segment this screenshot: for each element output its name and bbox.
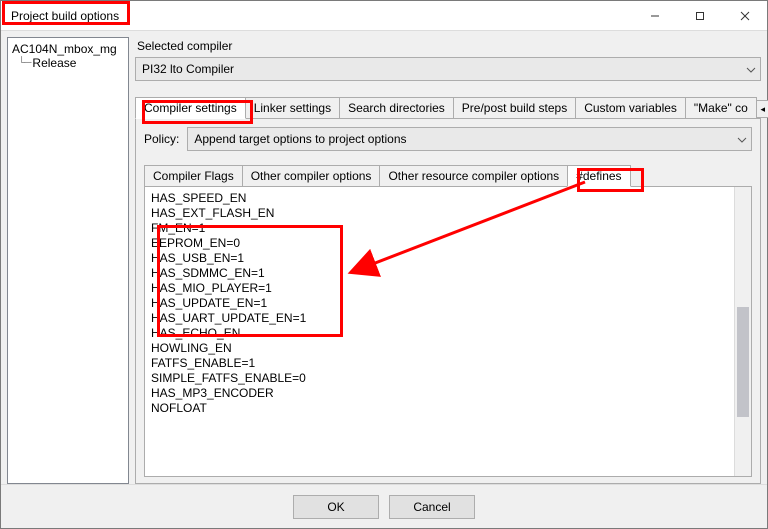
- scrollbar-thumb[interactable]: [737, 307, 749, 417]
- minimize-button[interactable]: [632, 1, 677, 31]
- sub-tabs: Compiler Flags Other compiler options Ot…: [144, 163, 752, 187]
- tab-make-commands[interactable]: "Make" co: [685, 97, 757, 118]
- defines-textarea[interactable]: [145, 187, 734, 476]
- defines-area-wrap: [144, 187, 752, 477]
- tab-scroll-arrows: ◂ ▸: [756, 100, 768, 118]
- tree-child-label: Release: [32, 56, 76, 70]
- tab-search-directories[interactable]: Search directories: [339, 97, 454, 118]
- selected-compiler-label: Selected compiler: [137, 39, 761, 53]
- main-split: AC104N_mbox_mg └─ Release Selected compi…: [1, 31, 767, 484]
- tab-compiler-flags[interactable]: Compiler Flags: [144, 165, 243, 186]
- dialog-button-row: OK Cancel: [1, 484, 767, 528]
- tab-compiler-settings[interactable]: Compiler settings: [135, 97, 246, 119]
- vertical-scrollbar[interactable]: [734, 187, 751, 476]
- selected-compiler-value: PI32 lto Compiler: [142, 62, 234, 76]
- selected-compiler-dropdown[interactable]: PI32 lto Compiler: [135, 57, 761, 81]
- tab-custom-variables[interactable]: Custom variables: [575, 97, 686, 118]
- tree-child[interactable]: └─ Release: [10, 56, 126, 70]
- policy-row: Policy: Append target options to project…: [144, 127, 752, 151]
- tree-connector-icon: └─: [18, 56, 30, 70]
- policy-value: Append target options to project options: [194, 132, 406, 146]
- target-tree[interactable]: AC104N_mbox_mg └─ Release: [7, 37, 129, 484]
- cancel-button[interactable]: Cancel: [389, 495, 475, 519]
- policy-label: Policy:: [144, 132, 179, 146]
- top-tabs: Compiler settings Linker settings Search…: [135, 95, 761, 119]
- right-pane: Selected compiler PI32 lto Compiler Comp…: [135, 37, 761, 484]
- tree-root[interactable]: AC104N_mbox_mg: [10, 42, 126, 56]
- maximize-button[interactable]: [677, 1, 722, 31]
- tab-pre-post-build[interactable]: Pre/post build steps: [453, 97, 576, 118]
- client-area: AC104N_mbox_mg └─ Release Selected compi…: [1, 31, 767, 528]
- tab-linker-settings[interactable]: Linker settings: [245, 97, 340, 118]
- titlebar: Project build options: [1, 1, 767, 31]
- tab-other-resource-options[interactable]: Other resource compiler options: [379, 165, 568, 186]
- chevron-down-icon: [746, 62, 756, 76]
- chevron-down-icon: [737, 132, 747, 146]
- tab-other-compiler-options[interactable]: Other compiler options: [242, 165, 381, 186]
- ok-button[interactable]: OK: [293, 495, 379, 519]
- policy-dropdown[interactable]: Append target options to project options: [187, 127, 752, 151]
- close-button[interactable]: [722, 1, 767, 31]
- tab-defines[interactable]: #defines: [567, 165, 630, 187]
- tab-scroll-left[interactable]: ◂: [756, 100, 768, 118]
- compiler-settings-panel: Policy: Append target options to project…: [135, 119, 761, 484]
- window-title: Project build options: [1, 9, 119, 23]
- window: Project build options AC104N_mbox_mg └─ …: [0, 0, 768, 529]
